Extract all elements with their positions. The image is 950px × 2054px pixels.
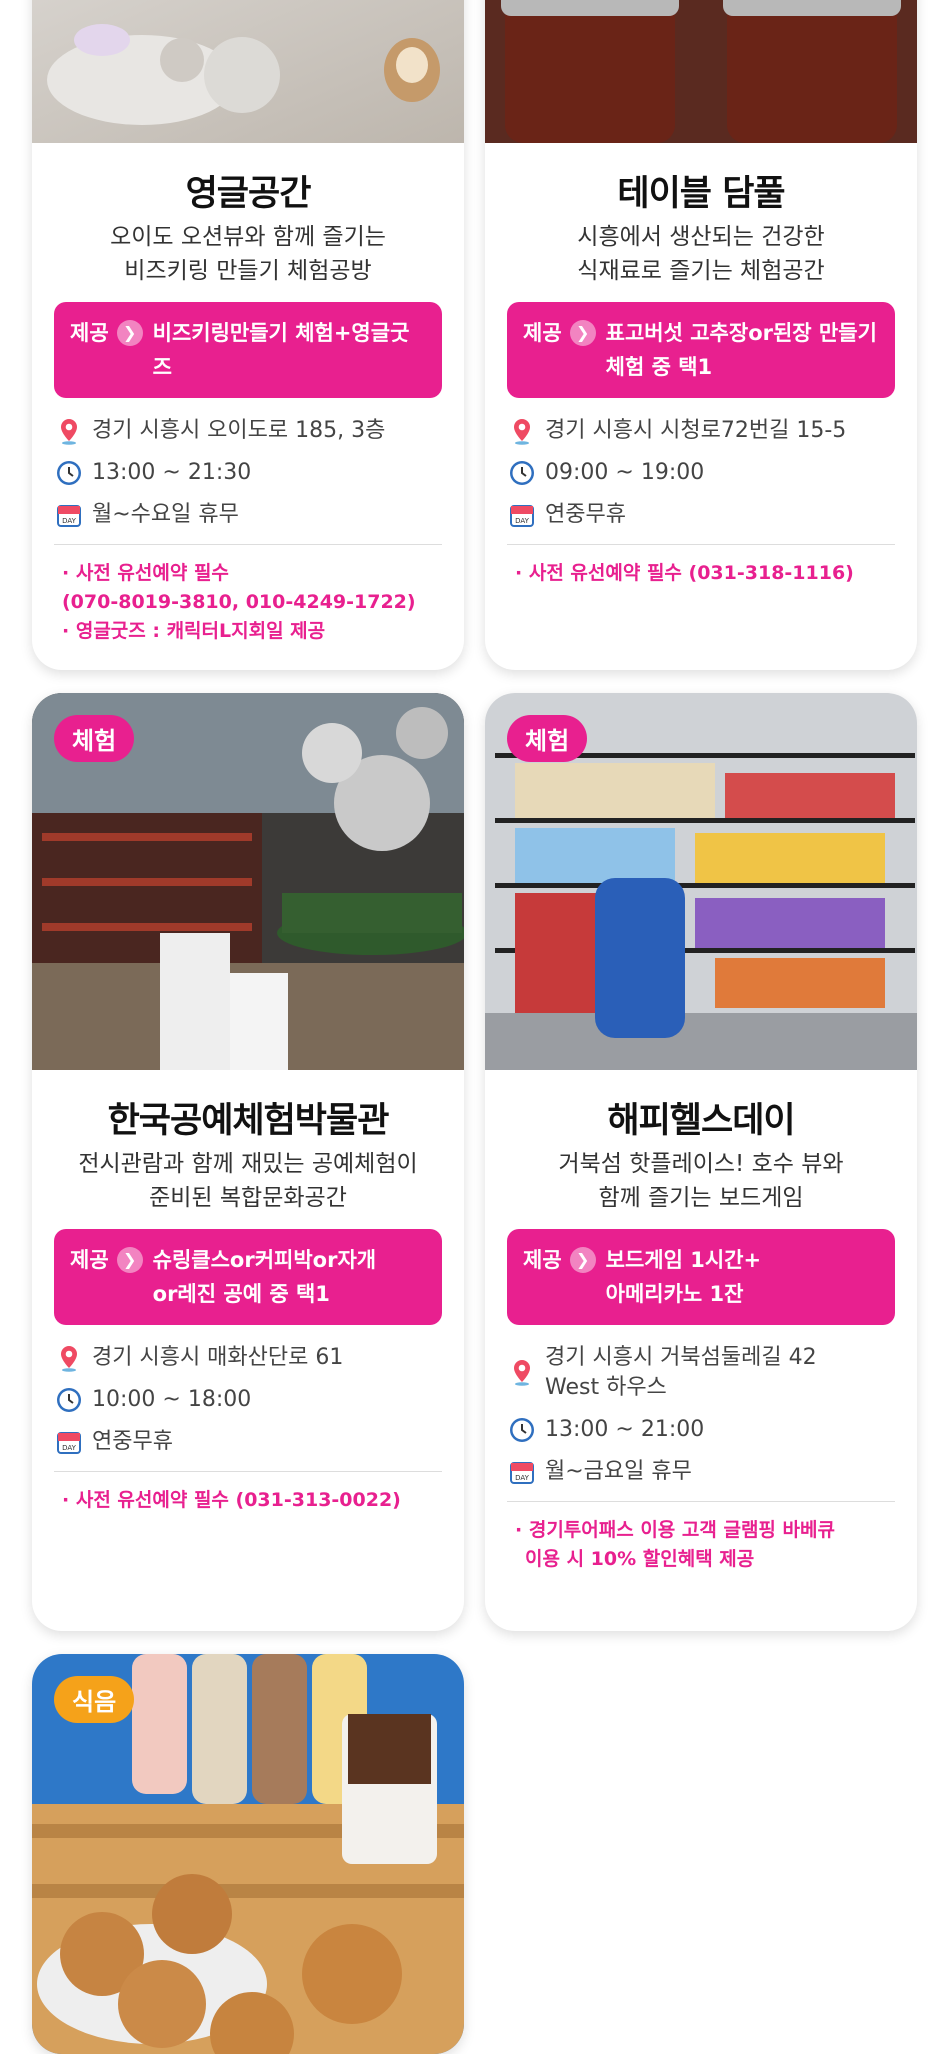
place-card-craft-museum[interactable]: 체험 한국공예체험박물관 전시관람과 함께 재밌는 공예체험이 준비된 복합문화공… — [32, 693, 464, 1631]
hours-text: 13:00 ~ 21:00 — [545, 1417, 705, 1442]
clock-icon — [510, 1418, 534, 1442]
provide-text: 비즈키링만들기 체험+영글굿즈 — [152, 321, 410, 379]
closed-text: 월~금요일 휴무 — [545, 1459, 692, 1484]
closed-row: DAY 월~수요일 휴무 — [54, 494, 442, 536]
category-badge: 식음 — [54, 1676, 135, 1723]
svg-text:DAY: DAY — [515, 1474, 530, 1482]
hours-row: 13:00 ~ 21:00 — [507, 1409, 895, 1451]
notes: · 사전 유선예약 필수 (031-318-1116) — [515, 562, 854, 584]
hours-text: 10:00 ~ 18:00 — [92, 1387, 252, 1412]
place-photo — [485, 0, 917, 143]
address-row: 경기 시흥시 거북섬둘레길 42 West 하우스 — [507, 1337, 895, 1409]
category-badge: 체험 — [54, 715, 135, 762]
notes: · 경기투어패스 이용 고객 글램핑 바베큐 이용 시 10% 할인혜택 제공 — [515, 1519, 835, 1570]
notes: · 사전 유선예약 필수 (031-313-0022) — [62, 1489, 401, 1511]
provide-label: 제공 — [70, 1248, 109, 1272]
closed-row: DAY 연중무휴 — [54, 1421, 442, 1463]
provide-box: 제공 ❯ 비즈키링만들기 체험+영글굿즈 — [54, 302, 442, 398]
chevron-right-icon: ❯ — [569, 1247, 596, 1273]
address-text: 경기 시흥시 매화산단로 61 — [92, 1345, 344, 1370]
svg-text:DAY: DAY — [515, 517, 530, 525]
place-card-food[interactable]: 식음 — [32, 1654, 464, 2054]
hours-text: 13:00 ~ 21:30 — [92, 460, 252, 485]
closed-row: DAY 월~금요일 휴무 — [507, 1451, 895, 1493]
map-pin-icon — [61, 419, 77, 445]
provide-label: 제공 — [523, 321, 562, 345]
hours-row: 09:00 ~ 19:00 — [507, 452, 895, 494]
place-description: 오이도 오션뷰와 함께 즐기는 비즈키링 만들기 체험공방 — [110, 224, 386, 284]
place-title: 해피헬스데이 — [607, 1101, 795, 1141]
chevron-right-icon: ❯ — [116, 320, 143, 346]
place-photo: 식음 — [32, 1654, 464, 2054]
place-description: 전시관람과 함께 재밌는 공예체험이 준비된 복합문화공간 — [78, 1151, 418, 1211]
place-photo: 체험 — [32, 693, 464, 1070]
provide-box: 제공 ❯ 보드게임 1시간+ 아메리카노 1잔 — [507, 1229, 895, 1325]
clock-icon — [57, 1388, 81, 1412]
map-pin-icon — [61, 1346, 77, 1372]
address-row: 경기 시흥시 매화산단로 61 — [54, 1337, 442, 1379]
chevron-right-icon: ❯ — [569, 320, 596, 346]
hours-row: 10:00 ~ 18:00 — [54, 1379, 442, 1421]
divider — [54, 544, 442, 545]
place-title: 영글공간 — [185, 174, 312, 214]
provide-text: 슈링클스or커피박or자개 or레진 공예 중 택1 — [152, 1248, 377, 1306]
place-card-table-dampool[interactable]: 테이블 담풀 시흥에서 생산되는 건강한 식재료로 즐기는 체험공간 제공 ❯ 표… — [485, 0, 917, 670]
place-title: 한국공예체험박물관 — [107, 1101, 390, 1141]
place-card-happy-health-day[interactable]: 체험 해피헬스데이 거북섬 핫플레이스! 호수 뷰와 함께 즐기는 보드게임 제공… — [485, 693, 917, 1631]
place-title: 테이블 담풀 — [617, 174, 785, 214]
address-row: 경기 시흥시 시청로72번길 15-5 — [507, 410, 895, 452]
address-text: 경기 시흥시 시청로72번길 15-5 — [545, 418, 847, 443]
provide-label: 제공 — [523, 1248, 562, 1272]
svg-text:DAY: DAY — [62, 1444, 77, 1452]
provide-box: 제공 ❯ 슈링클스or커피박or자개 or레진 공예 중 택1 — [54, 1229, 442, 1325]
divider — [507, 544, 895, 545]
clock-icon — [57, 461, 81, 485]
svg-text:DAY: DAY — [62, 517, 77, 525]
calendar-icon: DAY — [510, 1462, 534, 1484]
closed-text: 연중무휴 — [92, 1429, 173, 1454]
place-photo: 체험 — [485, 693, 917, 1070]
notes: · 사전 유선예약 필수 (070-8019-3810, 010-4249-172… — [62, 562, 416, 642]
divider — [507, 1501, 895, 1502]
calendar-icon: DAY — [510, 505, 534, 527]
clock-icon — [510, 461, 534, 485]
place-card-yeonggeul[interactable]: 영글공간 오이도 오션뷰와 함께 즐기는 비즈키링 만들기 체험공방 제공 ❯ 비… — [32, 0, 464, 670]
hours-row: 13:00 ~ 21:30 — [54, 452, 442, 494]
place-photo — [32, 0, 464, 143]
divider — [54, 1471, 442, 1472]
provide-box: 제공 ❯ 표고버섯 고추장or된장 만들기 체험 중 택1 — [507, 302, 895, 398]
place-description: 시흥에서 생산되는 건강한 식재료로 즐기는 체험공간 — [577, 224, 825, 284]
closed-text: 연중무휴 — [545, 502, 626, 527]
provide-text: 보드게임 1시간+ 아메리카노 1잔 — [605, 1248, 762, 1306]
map-pin-icon — [514, 1360, 530, 1386]
map-pin-icon — [514, 419, 530, 445]
hours-text: 09:00 ~ 19:00 — [545, 460, 705, 485]
chevron-right-icon: ❯ — [116, 1247, 143, 1273]
address-text: 경기 시흥시 거북섬둘레길 42 West 하우스 — [545, 1345, 817, 1400]
category-badge: 체험 — [507, 715, 588, 762]
place-description: 거북섬 핫플레이스! 호수 뷰와 함께 즐기는 보드게임 — [558, 1151, 844, 1211]
closed-text: 월~수요일 휴무 — [92, 502, 239, 527]
provide-label: 제공 — [70, 321, 109, 345]
calendar-icon: DAY — [57, 1432, 81, 1454]
closed-row: DAY 연중무휴 — [507, 494, 895, 536]
calendar-icon: DAY — [57, 505, 81, 527]
address-row: 경기 시흥시 오이도로 185, 3층 — [54, 410, 442, 452]
address-text: 경기 시흥시 오이도로 185, 3층 — [92, 418, 386, 443]
provide-text: 표고버섯 고추장or된장 만들기 체험 중 택1 — [605, 321, 877, 379]
